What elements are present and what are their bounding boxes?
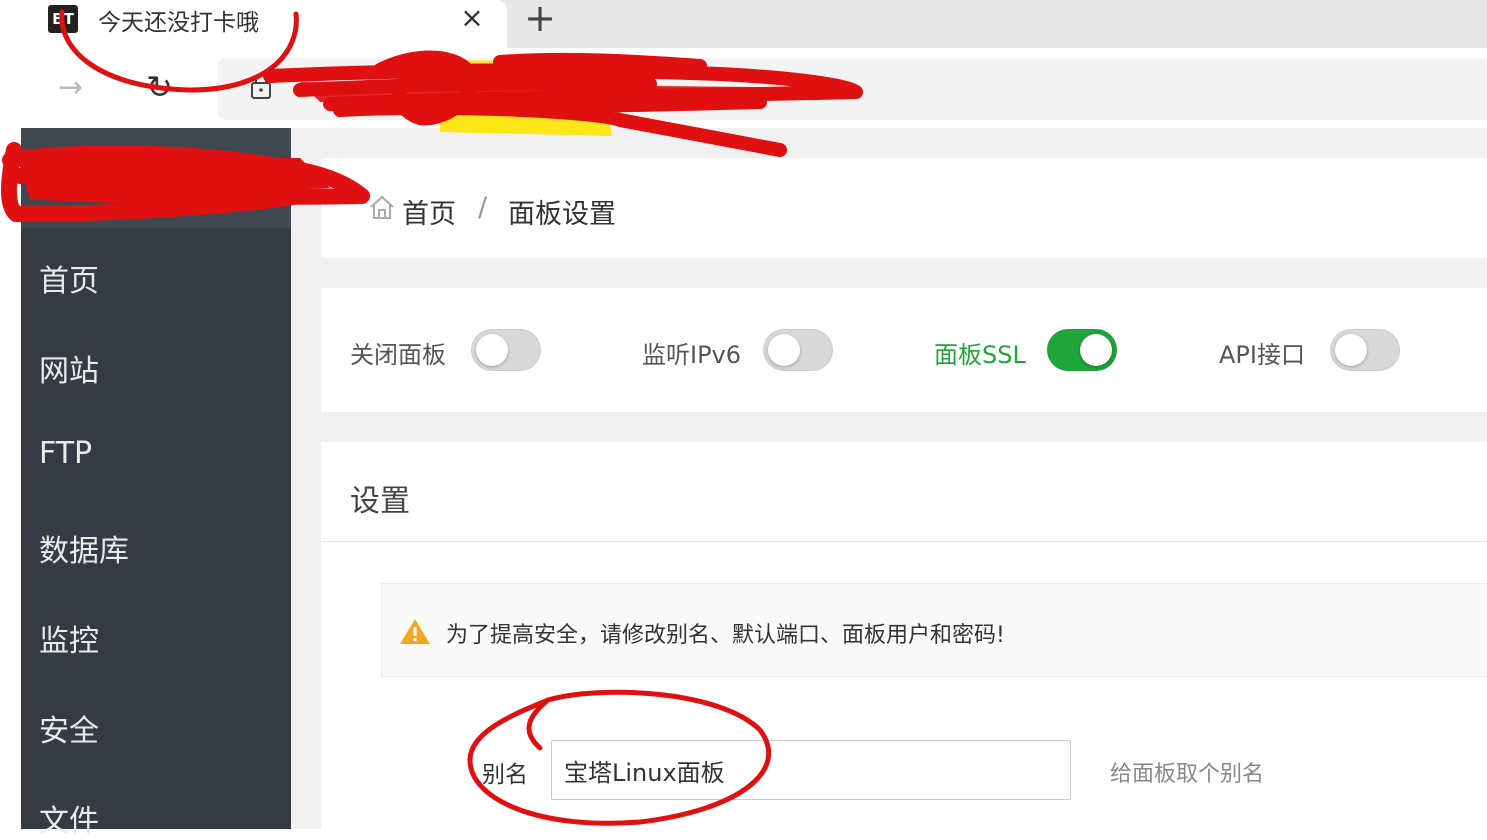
close-panel-label: 关闭面板 <box>350 341 446 369</box>
sidebar-item-home[interactable]: 首页 <box>39 256 99 300</box>
api-label: API接口 <box>1219 341 1305 369</box>
breadcrumb <box>321 158 1487 258</box>
sidebar: 首页 网站 FTP 数据库 监控 安全 文件 <box>21 128 291 839</box>
close-tab-icon[interactable]: × <box>458 4 486 32</box>
breadcrumb-separator: / <box>478 192 488 223</box>
panel-ssl-label: 面板SSL <box>934 341 1026 369</box>
api-toggle[interactable] <box>1330 329 1400 371</box>
tab-title: 今天还没打卡哦 <box>98 10 259 36</box>
sidebar-item-websites[interactable]: 网站 <box>39 346 99 390</box>
settings-title: 设置 <box>350 484 410 519</box>
close-panel-toggle[interactable] <box>471 329 541 371</box>
panel-ssl-toggle[interactable] <box>1047 329 1117 371</box>
forward-icon[interactable]: → <box>58 70 83 105</box>
sidebar-header <box>21 128 291 228</box>
ipv6-label: 监听IPv6 <box>642 341 742 369</box>
sidebar-item-monitor[interactable]: 监控 <box>39 616 99 660</box>
lock-icon <box>251 74 271 99</box>
home-icon <box>370 195 394 219</box>
warning-text: 为了提高安全，请修改别名、默认端口、面板用户和密码! <box>446 623 1005 648</box>
sidebar-item-database[interactable]: 数据库 <box>39 526 129 570</box>
alias-label: 别名 <box>482 762 528 788</box>
toggle-knob <box>476 334 508 366</box>
sidebar-item-files[interactable]: 文件 <box>39 796 99 840</box>
toggle-knob <box>768 334 800 366</box>
sidebar-item-security[interactable]: 安全 <box>39 706 99 750</box>
new-tab-button[interactable]: + <box>522 0 558 37</box>
alias-input[interactable] <box>551 740 1071 800</box>
reload-icon[interactable]: ↻ <box>146 68 173 106</box>
bt-favicon-icon: BT <box>48 5 78 33</box>
address-bar[interactable] <box>218 58 1487 120</box>
alias-help-text: 给面板取个别名 <box>1110 762 1265 787</box>
ipv6-toggle[interactable] <box>763 329 833 371</box>
window-edge <box>0 0 21 829</box>
toggle-knob <box>1080 334 1112 366</box>
sidebar-item-ftp[interactable]: FTP <box>39 436 92 471</box>
breadcrumb-home-link[interactable]: 首页 <box>402 192 456 231</box>
warning-icon <box>400 619 430 644</box>
toggle-knob <box>1335 334 1367 366</box>
divider <box>321 541 1487 542</box>
breadcrumb-current: 面板设置 <box>508 199 616 230</box>
